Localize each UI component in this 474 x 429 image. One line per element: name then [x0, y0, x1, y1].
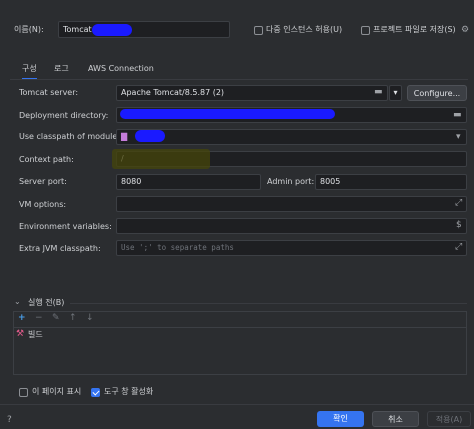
expand-icon-classpath[interactable]: ⤢	[455, 241, 462, 253]
multi-instance-checkbox[interactable]	[254, 26, 263, 35]
ok-button[interactable]: 확인	[317, 411, 364, 427]
tab-aws-label: AWS Connection	[88, 64, 154, 73]
tab-log[interactable]: 로그	[54, 60, 69, 78]
vm-options-label: VM options:	[19, 200, 67, 209]
extra-classpath-label: Extra JVM classpath:	[19, 244, 101, 253]
admin-port-label: Admin port:	[267, 177, 315, 186]
before-launch-divider	[70, 303, 467, 304]
footer-divider	[0, 404, 474, 405]
name-input[interactable]: Tomcat	[58, 21, 230, 38]
module-icon: ▇	[121, 132, 128, 141]
edit-icon[interactable]: ✎	[52, 312, 60, 324]
tab-aws[interactable]: AWS Connection	[88, 60, 154, 78]
dollar-icon[interactable]: $	[456, 219, 462, 231]
extra-classpath-input[interactable]: Use ';' to separate paths	[116, 240, 467, 256]
gear-icon[interactable]: ⚙	[461, 24, 469, 36]
deployment-label: Deployment directory:	[19, 111, 109, 120]
vm-options-input[interactable]	[116, 196, 467, 212]
tab-config-label: 구성	[22, 64, 37, 73]
activate-tool-label: 도구 창 활성화	[104, 387, 154, 396]
chevron-down-icon: ▾	[393, 88, 398, 97]
multi-instance-label: 다중 인스턴스 허용(U)	[266, 25, 343, 34]
cancel-button[interactable]: 취소	[372, 411, 419, 427]
admin-port-value: 8005	[320, 177, 341, 186]
apply-button[interactable]: 적용(A)	[427, 411, 471, 427]
extra-classpath-placeholder: Use ';' to separate paths	[121, 243, 234, 252]
list-item[interactable]: ⚒ 빌드	[14, 328, 466, 341]
move-up-icon[interactable]: ↑	[69, 312, 77, 324]
admin-port-input[interactable]: 8005	[315, 174, 467, 190]
show-page-label: 이 페이지 표시	[32, 387, 82, 396]
env-vars-input[interactable]	[116, 218, 467, 234]
show-page-checkbox[interactable]	[19, 388, 28, 397]
configure-button[interactable]: Configure...	[407, 85, 467, 101]
tomcat-server-label: Tomcat server:	[19, 88, 79, 97]
add-icon[interactable]: +	[18, 312, 26, 324]
folder-icon[interactable]: ▬	[374, 86, 383, 98]
tomcat-server-dropdown[interactable]: ▾	[389, 85, 402, 101]
name-input-value: Tomcat	[63, 25, 92, 34]
move-down-icon[interactable]: ↓	[86, 312, 94, 324]
tab-divider	[10, 79, 468, 80]
tomcat-server-value: Apache Tomcat/8.5.87 (2)	[121, 88, 225, 97]
highlight-overlay	[112, 149, 210, 169]
tab-log-label: 로그	[54, 64, 69, 73]
expand-icon[interactable]: ⤢	[455, 197, 462, 209]
context-path-label: Context path:	[19, 155, 74, 164]
server-port-value: 8080	[121, 177, 142, 186]
hammer-icon: ⚒	[16, 329, 25, 339]
name-label: 이름(N):	[14, 25, 44, 34]
classpath-select[interactable]: ▇	[116, 129, 467, 145]
chevron-down-icon-module[interactable]: ▾	[456, 131, 461, 143]
server-port-input[interactable]: 8080	[116, 174, 261, 190]
save-project-label: 프로젝트 파일로 저장(S)	[373, 25, 456, 34]
save-project-checkbox[interactable]	[361, 26, 370, 35]
before-launch-title: 실행 전(B)	[28, 298, 65, 307]
list-item-label: 빌드	[28, 330, 43, 339]
redaction-scribble	[92, 24, 132, 36]
folder-icon-deployment[interactable]: ▬	[453, 109, 462, 121]
remove-icon[interactable]: −	[35, 312, 43, 324]
redaction-scribble-deployment	[120, 109, 335, 119]
help-icon[interactable]: ?	[7, 414, 12, 426]
tomcat-server-select[interactable]: Apache Tomcat/8.5.87 (2)	[116, 85, 388, 101]
env-vars-label: Environment variables:	[19, 222, 112, 231]
before-launch-toolbar	[13, 311, 467, 327]
redaction-scribble-module	[135, 130, 165, 142]
tab-config[interactable]: 구성	[22, 60, 37, 80]
activate-tool-checkbox[interactable]	[91, 388, 100, 397]
server-port-label: Server port:	[19, 177, 67, 186]
collapse-chevron-icon[interactable]: ⌄	[14, 296, 21, 308]
classpath-label: Use classpath of module:	[19, 132, 121, 141]
